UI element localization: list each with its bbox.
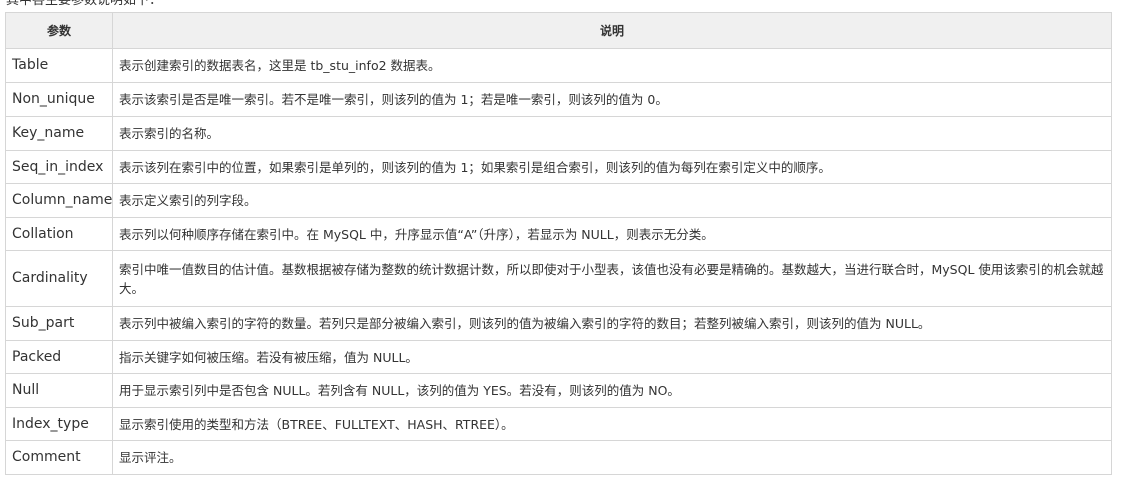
header-param: 参数 <box>5 12 113 49</box>
table-row: Collation 表示列以何种顺序存储在索引中。在 MySQL 中，升序显示值… <box>5 217 1112 251</box>
table-row: Null 用于显示索引列中是否包含 NULL。若列含有 NULL，该列的值为 Y… <box>5 373 1112 408</box>
table-row: Non_unique 表示该索引是否是唯一索引。若不是唯一索引，则该列的值为 1… <box>5 82 1112 117</box>
table-row: Comment 显示评注。 <box>5 440 1112 475</box>
desc-cell: 用于显示索引列中是否包含 NULL。若列含有 NULL，该列的值为 YES。若没… <box>112 373 1112 408</box>
desc-cell: 表示定义索引的列字段。 <box>112 183 1112 218</box>
param-cell: Index_type <box>5 407 113 441</box>
desc-cell: 显示索引使用的类型和方法（BTREE、FULLTEXT、HASH、RTREE）。 <box>112 407 1112 441</box>
table-row: Column_name 表示定义索引的列字段。 <box>5 183 1112 218</box>
param-cell: Sub_part <box>5 306 113 341</box>
table-row: Cardinality 索引中唯一值数目的估计值。基数根据被存储为整数的统计数据… <box>5 250 1112 307</box>
parameter-table: 参数 说明 Table 表示创建索引的数据表名，这里是 tb_stu_info2… <box>5 12 1112 475</box>
param-cell: Column_name <box>5 183 113 218</box>
param-cell: Comment <box>5 440 113 475</box>
table-header-row: 参数 说明 <box>5 12 1112 49</box>
table-row: Sub_part 表示列中被编入索引的字符的数量。若列只是部分被编入索引，则该列… <box>5 306 1112 341</box>
param-cell: Packed <box>5 340 113 374</box>
param-cell: Non_unique <box>5 82 113 117</box>
param-cell: Cardinality <box>5 250 113 307</box>
desc-cell: 指示关键字如何被压缩。若没有被压缩，值为 NULL。 <box>112 340 1112 374</box>
desc-cell: 表示创建索引的数据表名，这里是 tb_stu_info2 数据表。 <box>112 48 1112 83</box>
table-row: Seq_in_index 表示该列在索引中的位置，如果索引是单列的，则该列的值为… <box>5 150 1112 184</box>
table-row: Table 表示创建索引的数据表名，这里是 tb_stu_info2 数据表。 <box>5 48 1112 83</box>
desc-cell: 表示索引的名称。 <box>112 116 1112 151</box>
param-cell: Collation <box>5 217 113 251</box>
param-cell: Key_name <box>5 116 113 151</box>
table-row: Key_name 表示索引的名称。 <box>5 116 1112 151</box>
param-cell: Null <box>5 373 113 408</box>
desc-cell: 表示列以何种顺序存储在索引中。在 MySQL 中，升序显示值“A”（升序），若显… <box>112 217 1112 251</box>
desc-cell: 表示列中被编入索引的字符的数量。若列只是部分被编入索引，则该列的值为被编入索引的… <box>112 306 1112 341</box>
param-cell: Table <box>5 48 113 83</box>
table-row: Index_type 显示索引使用的类型和方法（BTREE、FULLTEXT、H… <box>5 407 1112 441</box>
desc-cell: 表示该列在索引中的位置，如果索引是单列的，则该列的值为 1；如果索引是组合索引，… <box>112 150 1112 184</box>
intro-text: 其中各主要参数说明如下： <box>6 0 163 8</box>
param-cell: Seq_in_index <box>5 150 113 184</box>
desc-cell: 表示该索引是否是唯一索引。若不是唯一索引，则该列的值为 1；若是唯一索引，则该列… <box>112 82 1112 117</box>
desc-cell: 显示评注。 <box>112 440 1112 475</box>
header-desc: 说明 <box>112 12 1112 49</box>
desc-cell: 索引中唯一值数目的估计值。基数根据被存储为整数的统计数据计数，所以即使对于小型表… <box>112 250 1112 307</box>
table-row: Packed 指示关键字如何被压缩。若没有被压缩，值为 NULL。 <box>5 340 1112 374</box>
